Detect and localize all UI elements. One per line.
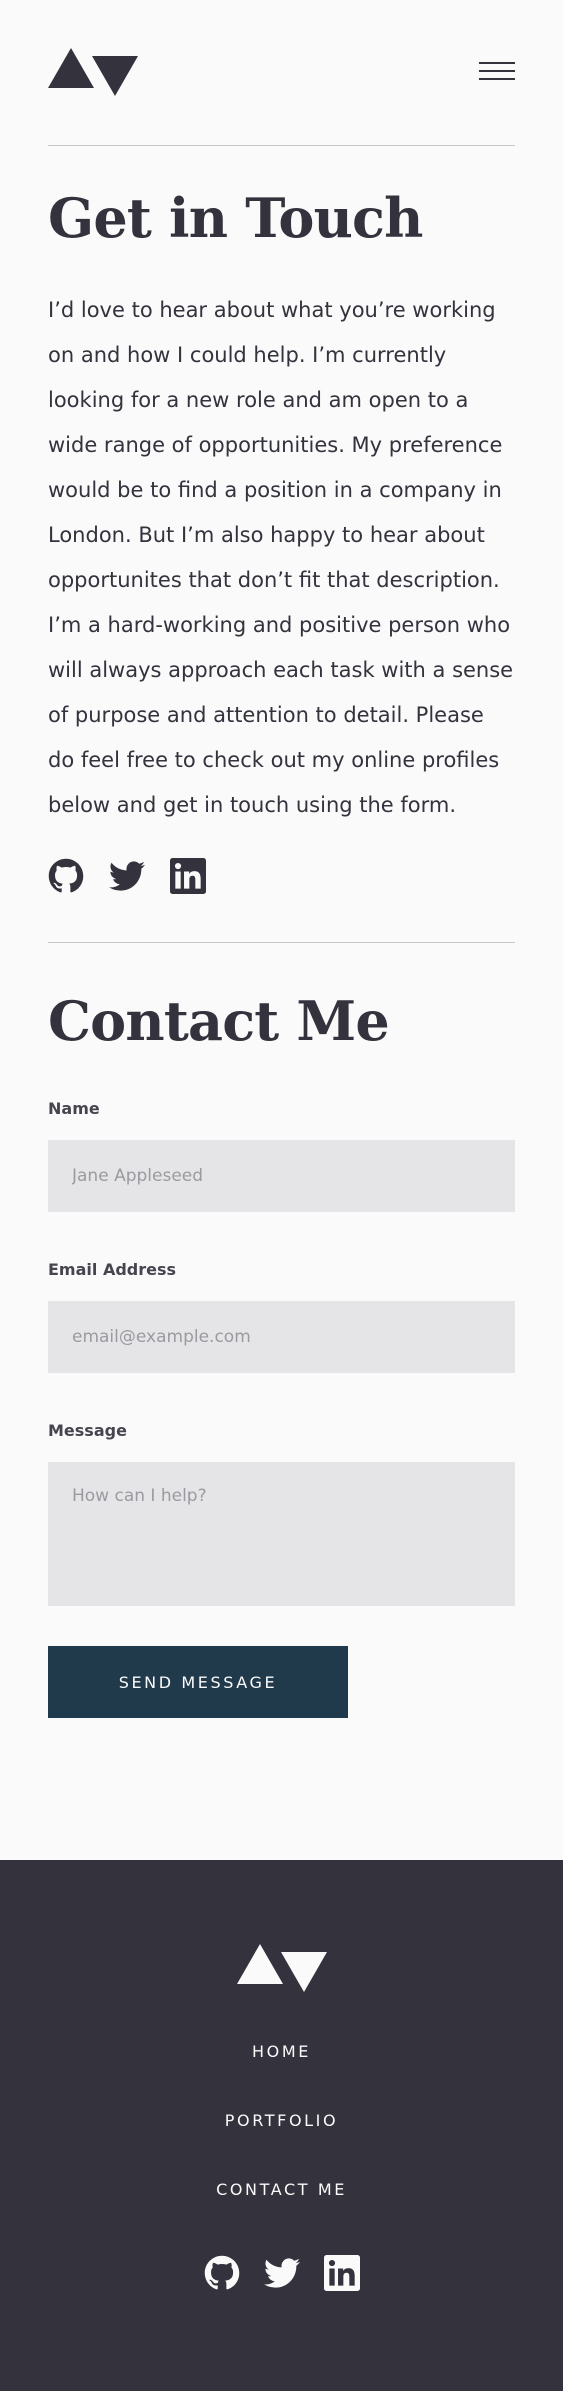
email-label: Email Address xyxy=(48,1260,177,1279)
footer-nav-contact[interactable]: CONTACT ME xyxy=(216,2180,347,2199)
page-title: Get in Touch xyxy=(48,186,423,250)
twitter-icon[interactable] xyxy=(109,858,145,894)
hamburger-line xyxy=(479,70,515,72)
message-input[interactable] xyxy=(48,1462,515,1606)
contact-form: Name Email Address Message SEND MESSAGE xyxy=(48,1099,515,1718)
linkedin-icon[interactable] xyxy=(323,2255,360,2291)
logo-triangles-icon[interactable] xyxy=(236,1944,327,1992)
name-field-group: Name xyxy=(48,1099,515,1212)
email-input[interactable] xyxy=(48,1301,515,1373)
twitter-icon[interactable] xyxy=(263,2255,300,2291)
linkedin-icon[interactable] xyxy=(170,858,206,894)
github-icon[interactable] xyxy=(48,858,84,894)
name-label: Name xyxy=(48,1099,100,1118)
contact-title: Contact Me xyxy=(48,989,390,1053)
logo-triangles-icon[interactable] xyxy=(48,48,138,96)
get-in-touch-section: Get in Touch I’d love to hear about what… xyxy=(0,146,563,942)
send-message-button[interactable]: SEND MESSAGE xyxy=(48,1646,348,1718)
contact-form-section: Contact Me Name Email Address Message SE… xyxy=(0,943,563,1838)
footer-social-links xyxy=(204,2255,360,2291)
intro-text: I’d love to hear about what you’re worki… xyxy=(48,298,514,817)
site-header xyxy=(0,0,563,145)
email-field-group: Email Address xyxy=(48,1260,515,1373)
message-field-group: Message xyxy=(48,1421,515,1610)
footer-nav-portfolio[interactable]: PORTFOLIO xyxy=(216,2111,347,2130)
name-input[interactable] xyxy=(48,1140,515,1212)
hamburger-menu-icon[interactable] xyxy=(479,62,515,84)
site-footer: HOME PORTFOLIO CONTACT ME xyxy=(0,1860,563,2391)
hamburger-line xyxy=(479,62,515,64)
contact-page: Get in Touch I’d love to hear about what… xyxy=(0,0,563,2391)
social-links xyxy=(48,858,515,894)
footer-nav: HOME PORTFOLIO CONTACT ME xyxy=(216,2042,347,2249)
footer-nav-home[interactable]: HOME xyxy=(216,2042,347,2061)
hamburger-line xyxy=(479,78,515,80)
message-label: Message xyxy=(48,1421,127,1440)
github-icon[interactable] xyxy=(204,2255,240,2291)
